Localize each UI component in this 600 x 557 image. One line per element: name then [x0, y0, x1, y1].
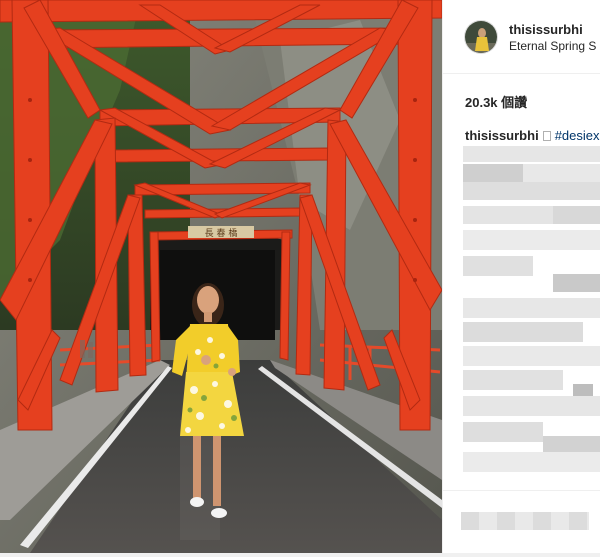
comment-divider: [443, 490, 600, 491]
likes-count[interactable]: 20.3k 個讚: [465, 92, 527, 111]
blurred-comments: [463, 146, 600, 476]
bridge-photo: 長 春 橋: [0, 0, 442, 553]
post-caption: thisissurbhi #desiex: [465, 128, 600, 143]
bottom-edge: [0, 553, 600, 557]
caption-username[interactable]: thisissurbhi: [465, 128, 539, 143]
emoji-placeholder-icon: [542, 131, 551, 141]
post-username[interactable]: thisissurbhi: [509, 22, 583, 37]
caption-hashtag[interactable]: #desiex: [555, 128, 600, 143]
avatar-image: [465, 21, 497, 53]
post-location[interactable]: Eternal Spring S: [509, 39, 596, 53]
post-photo[interactable]: 長 春 橋: [0, 0, 442, 553]
post-sidebar: thisissurbhi Eternal Spring S 20.3k 個讚 t…: [442, 0, 600, 553]
post-viewer: 長 春 橋 thisissurbhi Eternal Spring S 20.3…: [0, 0, 600, 557]
comment-input[interactable]: [461, 512, 589, 530]
avatar[interactable]: [464, 20, 498, 54]
post-header: thisissurbhi Eternal Spring S: [443, 0, 600, 74]
bridge-sign: 長 春 橋: [205, 227, 238, 239]
